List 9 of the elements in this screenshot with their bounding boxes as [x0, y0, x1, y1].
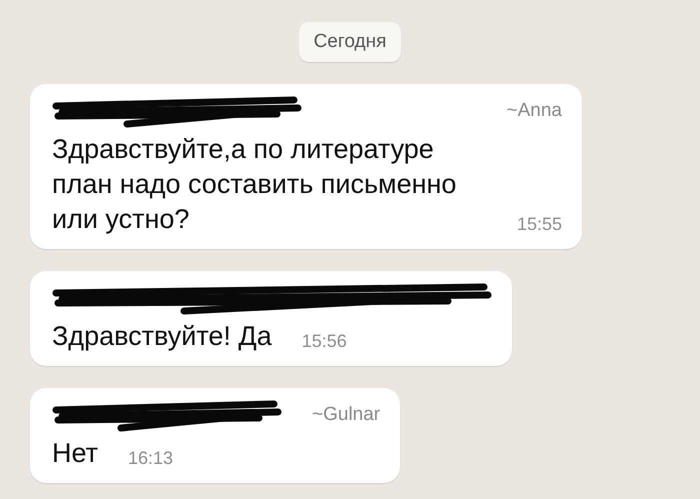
message-text: Нет — [52, 437, 98, 470]
message-time: 15:56 — [302, 331, 347, 352]
sender-name: ~Gulnar — [312, 404, 380, 426]
message-time: 15:55 — [516, 214, 562, 236]
date-chip: Сегодня — [298, 22, 402, 62]
message-time: 16:13 — [128, 448, 174, 470]
sender-name: ~Anna — [506, 100, 562, 122]
message-text: Здравствуйте! Да — [52, 320, 272, 354]
message-text: Здравствуйте,а по литературе план надо составить письменно или устно? — [52, 133, 458, 236]
